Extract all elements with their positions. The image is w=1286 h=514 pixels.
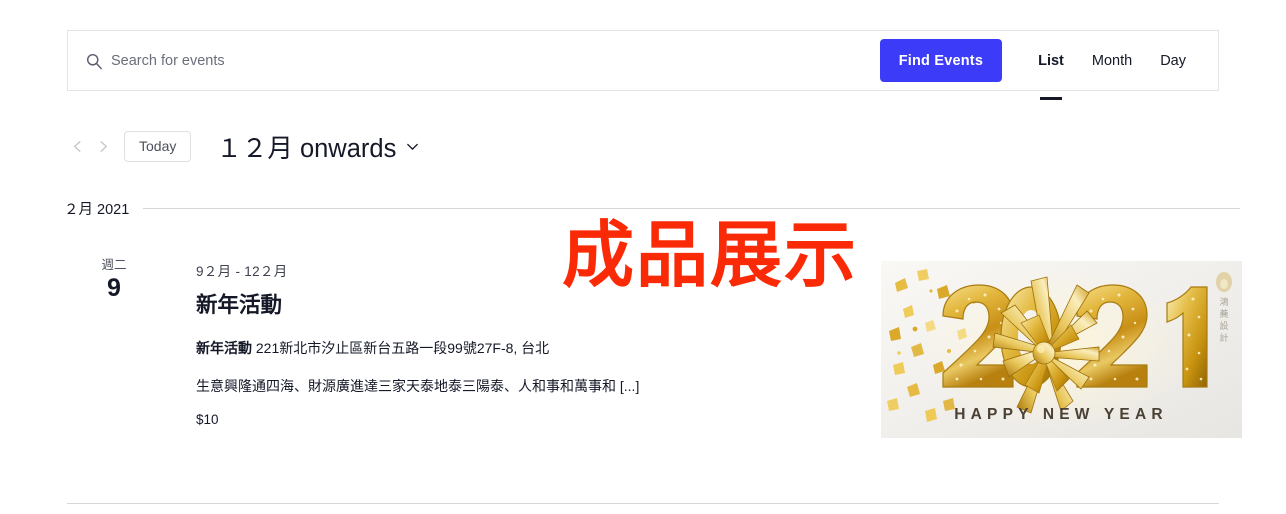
find-events-button[interactable]: Find Events [879,39,1003,82]
event-day-number: 9 [107,274,121,303]
chevron-right-icon [96,139,111,154]
svg-text:蕎: 蕎 [1219,308,1228,319]
tab-month[interactable]: Month [1078,31,1146,90]
chevron-left-icon [70,139,85,154]
toolbar-right: Find Events List Month Day [879,31,1218,90]
svg-text:鴻: 鴻 [1219,296,1228,307]
event-venue-name: 新年活動 [196,339,252,356]
month-separator: ２月 2021 [64,198,1240,219]
month-separator-line [143,208,1240,209]
event-weekday: 週二 [101,258,127,272]
event-featured-image[interactable]: HAPPY NEW YEAR 鴻 蕎 設 計 [881,261,1242,438]
events-search-bar: Find Events List Month Day [67,30,1219,91]
new-year-2021-artwork: HAPPY NEW YEAR 鴻 蕎 設 計 [881,261,1242,438]
month-separator-label: ２月 2021 [64,202,130,218]
calendar-nav-row: Today １２月 onwards [64,128,420,164]
search-field-wrapper[interactable] [68,31,880,90]
period-selector[interactable]: １２月 onwards [216,128,420,165]
event-date-block: 週二 9 [64,248,164,305]
chevron-down-icon [405,132,420,161]
event-venue-address: 221新北市汐止區新台五路一段99號27F-8, 台北 [255,339,550,356]
svg-text:設: 設 [1219,320,1228,331]
today-button[interactable]: Today [124,130,192,162]
period-label: １２月 onwards [216,134,397,163]
view-tabs: List Month Day [1024,31,1200,90]
next-events-button[interactable] [90,132,116,160]
previous-events-button[interactable] [64,132,90,160]
search-input[interactable] [111,45,671,76]
tab-day[interactable]: Day [1146,31,1200,90]
list-bottom-divider [67,503,1219,504]
search-icon [85,52,103,70]
tab-list[interactable]: List [1024,31,1078,90]
happy-new-year-text: HAPPY NEW YEAR [954,406,1167,423]
svg-text:計: 計 [1219,332,1228,343]
